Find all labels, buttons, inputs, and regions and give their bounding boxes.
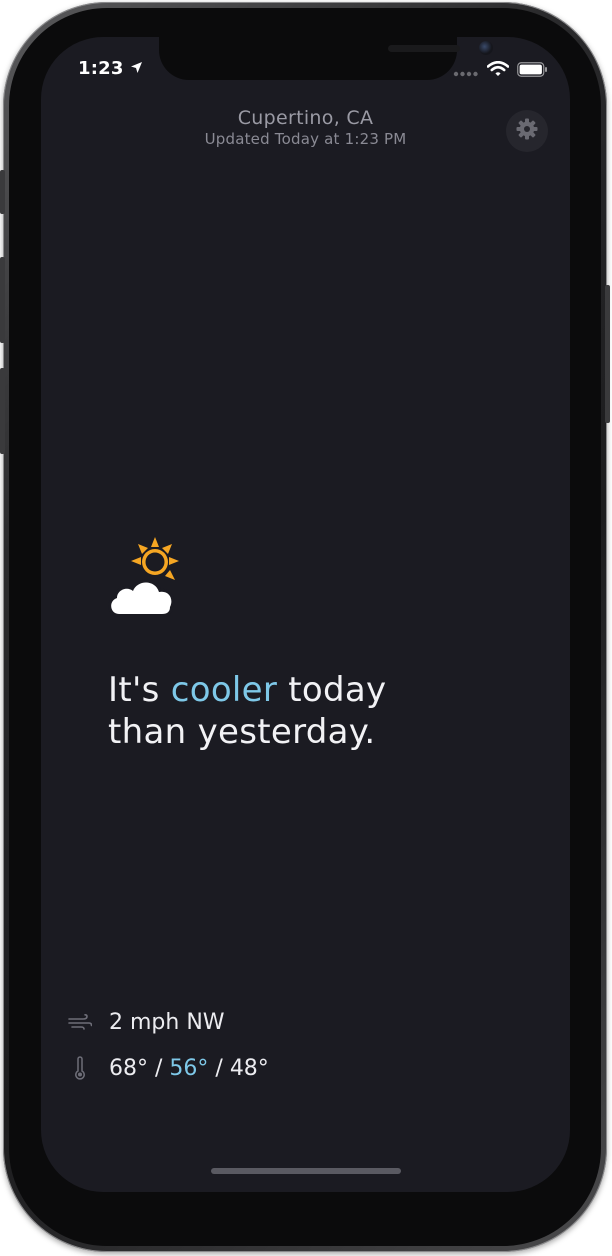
wind-row: 2 mph NW (67, 1009, 225, 1035)
speaker (388, 45, 460, 52)
silent-switch (0, 170, 5, 214)
weather-headline: It's cooler today than yesterday. (108, 669, 386, 753)
temperature-row: 68° / 56° / 48° (67, 1055, 269, 1081)
temp-separator: / (208, 1055, 230, 1081)
headline-line-2: than yesterday. (108, 712, 376, 752)
settings-button[interactable] (506, 110, 548, 152)
gear-icon (515, 117, 539, 145)
app-screen: 1:23 Cupertino, CA Updated Today at 1:23… (41, 37, 570, 1192)
headline-prefix: It's (108, 670, 171, 710)
status-bar-time: 1:23 (78, 58, 143, 79)
notch (159, 37, 493, 80)
thermometer-icon (67, 1055, 93, 1081)
side-button (605, 285, 610, 423)
volume-up-button (0, 257, 5, 343)
location-header: Cupertino, CA Updated Today at 1:23 PM (41, 107, 570, 148)
location-arrow-icon (130, 58, 143, 79)
headline-suffix: today (277, 670, 387, 710)
wind-icon (67, 1009, 93, 1035)
signal-dots-icon (453, 62, 479, 81)
volume-down-button (0, 368, 5, 454)
temp-low: 48° (229, 1055, 269, 1081)
headline-accent-word: cooler (170, 670, 278, 710)
wind-value: 2 mph NW (109, 1009, 225, 1035)
updated-timestamp: Updated Today at 1:23 PM (204, 130, 407, 148)
temp-current: 56° (169, 1055, 209, 1081)
battery-icon (517, 61, 548, 81)
status-time-label: 1:23 (78, 58, 124, 79)
city-label: Cupertino, CA (237, 107, 374, 129)
front-camera (479, 41, 493, 55)
partly-cloudy-icon (107, 535, 191, 619)
status-bar-indicators (453, 60, 548, 81)
temp-high: 68° (109, 1055, 148, 1081)
wifi-icon (486, 60, 510, 81)
temp-separator: / (148, 1055, 170, 1081)
home-indicator[interactable] (211, 1168, 401, 1174)
